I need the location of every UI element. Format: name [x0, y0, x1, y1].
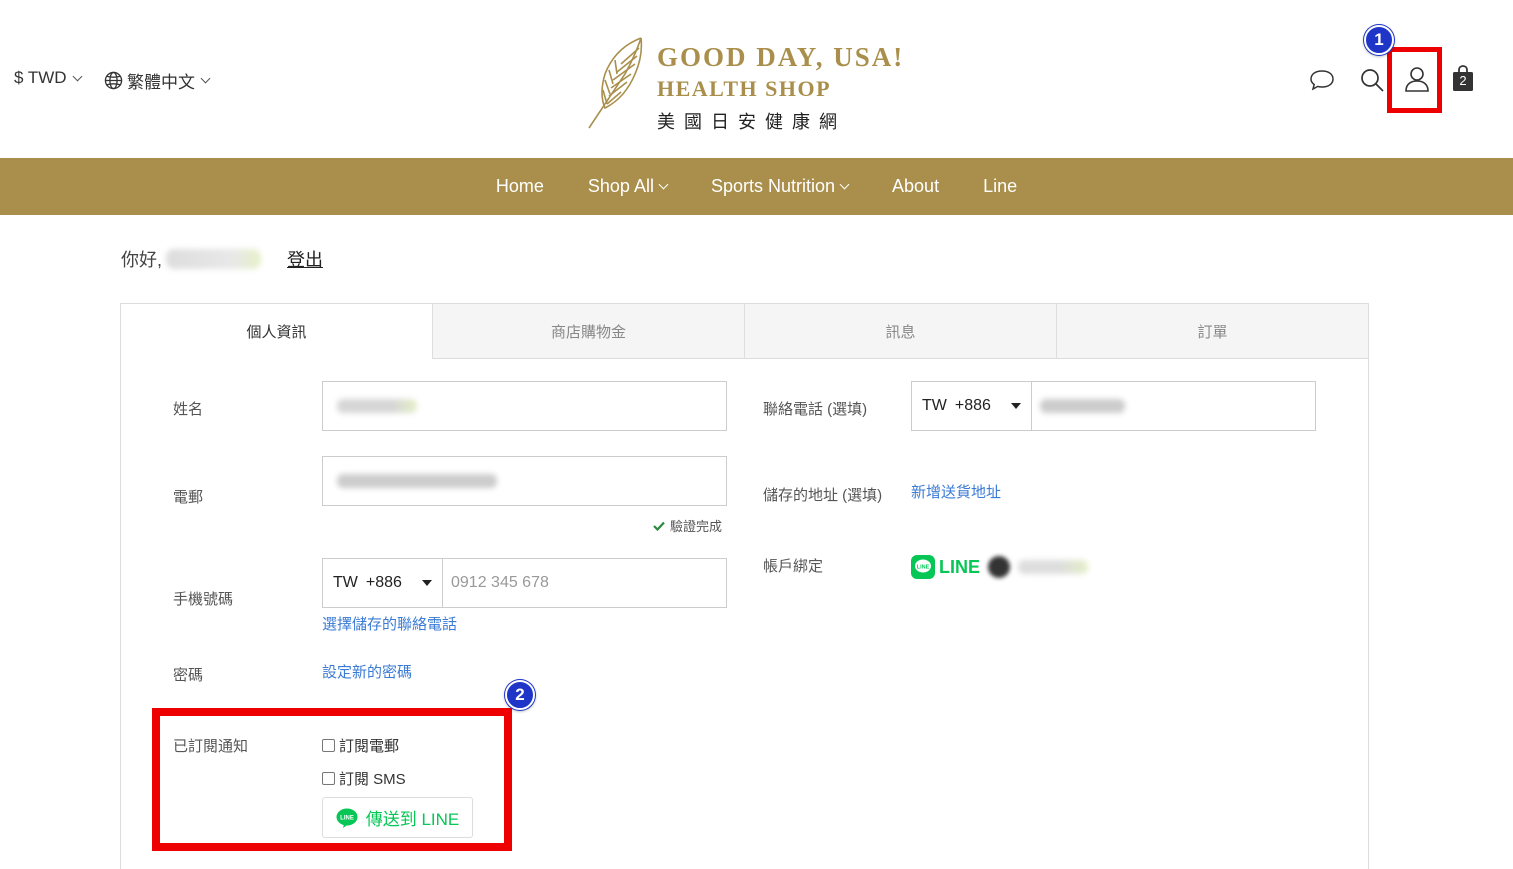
email-label: 電郵 [173, 489, 204, 506]
blurred-username [166, 249, 262, 269]
logo-chinese: 美國日安健康網 [657, 112, 846, 132]
saved-address-label: 儲存的地址 (選填) [763, 487, 883, 504]
tab-profile[interactable]: 個人資訊 [121, 304, 432, 359]
mobile-phone-group: TW +886 0912 345 678 [322, 558, 727, 608]
step-marker-1: 1 [1364, 25, 1394, 55]
nav-label: Shop All [587, 176, 654, 196]
contact-phone-label: 聯絡電話 (選填) [763, 401, 868, 418]
nav-home[interactable]: Home [474, 176, 566, 197]
logo-title: GOOD DAY, USA! [657, 42, 905, 72]
checkmark-icon [653, 521, 665, 531]
account-binding-label: 帳戶綁定 [763, 558, 824, 575]
country-code: TW [922, 397, 947, 414]
step-marker-2: 2 [505, 680, 535, 710]
email-field[interactable] [322, 456, 727, 506]
blurred-email-value [337, 474, 497, 488]
chat-button[interactable] [1308, 66, 1336, 94]
email-verified-status: 驗證完成 [653, 516, 722, 535]
main-nav: Home Shop All Sports Nutrition About Lin… [0, 158, 1513, 215]
blurred-phone-value [1040, 399, 1125, 413]
logout-link[interactable]: 登出 [287, 246, 323, 272]
site-logo[interactable]: GOOD DAY, USA! HEALTH SHOP 美國日安健康網 [585, 32, 915, 132]
password-label: 密碼 [173, 667, 204, 684]
blurred-line-avatar [988, 556, 1011, 578]
contact-country-select[interactable]: TW +886 [912, 382, 1032, 430]
nav-shop-all[interactable]: Shop All [566, 176, 689, 197]
name-field[interactable] [322, 381, 727, 431]
highlight-box-subscriptions [152, 708, 512, 851]
nav-about[interactable]: About [870, 176, 961, 197]
language-selector[interactable]: 繁體中文 [104, 68, 211, 93]
greeting-prefix: 你好, [121, 250, 163, 270]
chevron-down-icon [839, 179, 850, 190]
dial-code: +886 [365, 574, 402, 591]
tab-orders[interactable]: 訂單 [1056, 304, 1368, 359]
mobile-label: 手機號碼 [173, 591, 234, 608]
leaf-logo-icon [588, 37, 643, 129]
dial-code: +886 [954, 397, 991, 414]
blurred-line-name [1018, 560, 1089, 574]
set-password-link[interactable]: 設定新的密碼 [322, 661, 412, 682]
caret-down-icon [421, 580, 432, 586]
tab-messages[interactable]: 訊息 [744, 304, 1056, 359]
country-code: TW [333, 574, 358, 591]
nav-label: Home [495, 176, 544, 196]
chevron-down-icon [200, 73, 211, 84]
nav-label: Sports Nutrition [710, 176, 836, 196]
chevron-down-icon [658, 179, 669, 190]
currency-label: $ TWD [14, 68, 67, 87]
contact-phone-group: TW +886 [911, 381, 1316, 431]
greeting: 你好, [121, 246, 262, 272]
name-label: 姓名 [173, 401, 204, 418]
highlight-box-account [1387, 47, 1442, 113]
caret-down-icon [1010, 403, 1021, 409]
search-button[interactable] [1358, 66, 1386, 94]
site-header: $ TWD 繁體中文 GOOD DAY, USA! HEALTH SHOP 美國… [0, 0, 1513, 158]
nav-label: Line [983, 176, 1018, 196]
account-tabs: 個人資訊 商店購物金 訊息 訂單 [121, 304, 1368, 359]
globe-icon [104, 71, 123, 90]
cart-count: 2 [1459, 73, 1467, 88]
line-brand-text: LINE [939, 556, 981, 577]
cart-button[interactable]: 2 [1451, 64, 1475, 92]
blurred-name-value [337, 399, 417, 413]
nav-line[interactable]: Line [961, 176, 1039, 197]
chevron-down-icon [72, 71, 83, 81]
logo-subtitle: HEALTH SHOP [657, 76, 832, 101]
tab-store-credit[interactable]: 商店購物金 [432, 304, 744, 359]
chat-bubble-icon [1310, 70, 1334, 91]
nav-sports-nutrition[interactable]: Sports Nutrition [689, 176, 870, 197]
add-address-link[interactable]: 新增送貨地址 [911, 481, 1001, 502]
verified-text: 驗證完成 [670, 519, 723, 534]
contact-phone-input[interactable] [1032, 382, 1315, 430]
line-logo-icon: LINE [911, 555, 935, 579]
currency-selector[interactable]: $ TWD [14, 68, 83, 88]
svg-text:LINE: LINE [917, 564, 930, 570]
language-label: 繁體中文 [127, 73, 195, 92]
search-icon [1361, 69, 1384, 92]
mobile-country-select[interactable]: TW +886 [323, 559, 443, 607]
nav-label: About [892, 176, 940, 196]
line-account-binding: LINE LINE [911, 555, 1089, 579]
choose-saved-phone-link[interactable]: 選擇儲存的聯絡電話 [322, 613, 457, 634]
mobile-input[interactable]: 0912 345 678 [443, 559, 726, 607]
